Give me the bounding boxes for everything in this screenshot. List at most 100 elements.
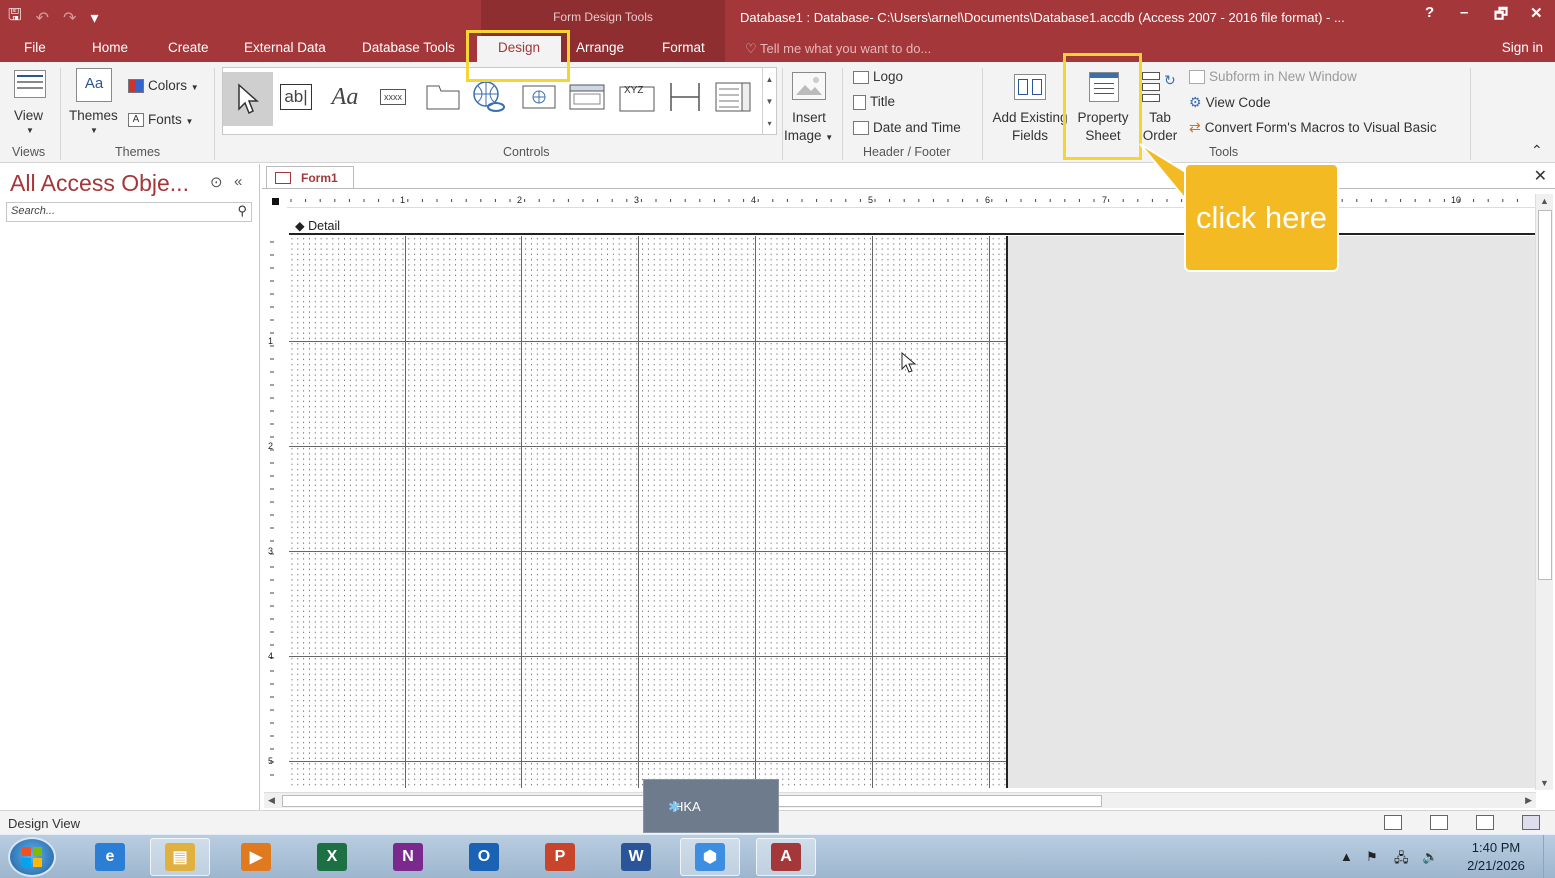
close-button[interactable]: ✕ — [1530, 4, 1543, 22]
form-selector[interactable] — [272, 198, 279, 205]
add-existing-fields-button[interactable]: Add Existing Fields — [988, 66, 1068, 143]
tab-arrange[interactable]: Arrange — [576, 40, 624, 55]
web-browser-control[interactable] — [519, 80, 559, 114]
title-icon — [853, 94, 866, 110]
label-control[interactable]: Aa — [323, 80, 367, 114]
insert-image-button[interactable]: Insert Image ▼ — [784, 66, 833, 143]
tab-control[interactable] — [423, 80, 463, 114]
tab-database-tools[interactable]: Database Tools — [362, 40, 455, 55]
convert-macros-button[interactable]: ⇄ Convert Form's Macros to Visual Basic — [1189, 119, 1437, 136]
themes-button[interactable]: Aa Themes ▼ — [66, 66, 124, 140]
design-view-icon[interactable] — [1522, 815, 1540, 830]
restore-button[interactable]: 🗗 — [1494, 4, 1508, 29]
tell-me-text: Tell me what you want to do... — [760, 41, 932, 56]
tell-me-box[interactable]: ♡ Tell me what you want to do... — [745, 41, 931, 57]
scroll-up-arrow-icon[interactable]: ▲ — [1540, 196, 1549, 206]
scroll-left-arrow-icon[interactable]: ◀ — [268, 795, 275, 806]
button-control[interactable]: xxxx — [373, 80, 413, 114]
document-tab-form1[interactable]: Form1 — [266, 166, 354, 189]
taskbar-app-ie[interactable]: e — [80, 838, 140, 876]
textbox-control[interactable]: ab| — [277, 80, 315, 114]
tab-external-data[interactable]: External Data — [244, 40, 326, 55]
option-group-control[interactable]: XYZ — [617, 80, 657, 114]
colors-button[interactable]: Colors ▼ — [128, 78, 199, 94]
nav-search-input[interactable]: Search... ⚲ — [6, 202, 252, 222]
hyperlink-icon — [473, 81, 505, 112]
taskbar-app-explorer[interactable]: ▤ — [150, 838, 210, 876]
show-desktop-button[interactable] — [1543, 835, 1555, 878]
network-icon[interactable]: 🖧 — [1394, 849, 1409, 871]
show-hidden-icons[interactable]: ▲ — [1340, 849, 1353, 864]
group-themes-label: Themes — [115, 145, 161, 159]
combo-box-control[interactable] — [713, 80, 753, 114]
detail-design-grid[interactable] — [289, 236, 1008, 788]
navigation-control[interactable] — [567, 80, 607, 114]
scroll-up-icon[interactable]: ▲ — [766, 75, 774, 84]
close-document-icon[interactable]: ✕ — [1534, 166, 1547, 186]
horizontal-scrollbar[interactable]: ◀ ▶ — [264, 792, 1536, 808]
taskbar-app-virtualbox[interactable]: ⬢ — [680, 838, 740, 876]
tab-home[interactable]: Home — [92, 40, 128, 55]
scroll-right-arrow-icon[interactable]: ▶ — [1525, 795, 1532, 806]
vertical-scroll-thumb[interactable] — [1538, 210, 1552, 580]
hka-thumbnail-popup[interactable]: ✱ HKA — [643, 779, 779, 833]
taskbar-app-outlook[interactable]: O — [454, 838, 514, 876]
taskbar-app-access[interactable]: A — [756, 838, 816, 876]
form-view-icon[interactable] — [1384, 815, 1402, 830]
taskbar-app-onenote[interactable]: N — [378, 838, 438, 876]
tab-create[interactable]: Create — [168, 40, 209, 55]
sign-in-link[interactable]: Sign in — [1502, 40, 1543, 55]
nav-pane-title[interactable]: All Access Obje... — [10, 170, 189, 197]
view-code-button[interactable]: ⚙ View Code — [1189, 94, 1271, 111]
search-icon[interactable]: ⚲ — [237, 203, 247, 219]
group-separator — [982, 68, 983, 160]
scroll-down-icon[interactable]: ▼ — [766, 97, 774, 106]
taskbar-app-excel[interactable]: X — [302, 838, 362, 876]
excel-icon: X — [317, 843, 347, 871]
nav-menu-icon[interactable]: ⊙ — [210, 173, 223, 191]
horizontal-ruler[interactable]: 1 2 3 4 5 6 7 10 — [287, 194, 1535, 208]
grid-line — [289, 341, 1006, 342]
tab-order-button[interactable]: ↻ Tab Order — [1140, 66, 1180, 143]
title-bar: 🖫 ↶ ↷ ▾ Form Design Tools Database1 : Da… — [0, 0, 1555, 62]
undo-icon[interactable]: ↶ — [36, 8, 49, 28]
customize-qat-icon[interactable]: ▾ — [90, 8, 98, 28]
nav-collapse-icon[interactable]: « — [234, 173, 242, 190]
explorer-icon: ▤ — [165, 843, 195, 871]
themes-dropdown-icon: ▼ — [90, 126, 98, 135]
volume-icon[interactable]: 🔊 — [1422, 849, 1438, 865]
fonts-button[interactable]: A Fonts ▼ — [128, 112, 193, 128]
subform-new-window-button[interactable]: Subform in New Window — [1189, 69, 1357, 85]
view-button[interactable]: View ▼ — [6, 66, 54, 140]
hyperlink-control[interactable] — [469, 80, 511, 114]
start-button[interactable] — [8, 837, 56, 877]
datasheet-view-icon[interactable] — [1430, 815, 1448, 830]
detail-section-bar[interactable]: ◆ Detail — [289, 216, 1535, 235]
tab-file[interactable]: File — [24, 40, 46, 55]
vertical-scrollbar[interactable]: ▲ ▼ — [1535, 194, 1553, 790]
fonts-label: Fonts — [148, 112, 182, 127]
date-time-button[interactable]: Date and Time — [853, 120, 961, 136]
page-break-control[interactable] — [665, 80, 705, 114]
grid-line — [989, 236, 990, 788]
select-tool[interactable] — [223, 72, 273, 126]
view-dropdown-icon: ▼ — [26, 126, 34, 135]
collapse-ribbon-icon[interactable]: ⌃ — [1531, 142, 1543, 159]
tab-format[interactable]: Format — [662, 40, 705, 55]
help-button[interactable]: ? — [1425, 4, 1434, 21]
redo-icon[interactable]: ↷ — [63, 8, 76, 28]
scroll-down-arrow-icon[interactable]: ▼ — [1540, 778, 1549, 788]
gallery-scroll[interactable]: ▲ ▼ ▾ — [762, 68, 776, 134]
vertical-ruler[interactable]: 1 2 3 4 5 — [266, 232, 280, 792]
minimize-button[interactable]: – — [1460, 4, 1468, 21]
taskbar-app-media[interactable]: ▶ — [226, 838, 286, 876]
title-button[interactable]: Title — [853, 94, 895, 110]
clock[interactable]: 1:40 PM 2/21/2026 — [1458, 839, 1534, 875]
save-icon[interactable]: 🖫 — [8, 4, 22, 31]
taskbar-app-word[interactable]: W — [606, 838, 666, 876]
logo-button[interactable]: Logo — [853, 69, 903, 84]
gallery-more-icon[interactable]: ▾ — [767, 119, 771, 128]
taskbar-app-powerpoint[interactable]: P — [530, 838, 590, 876]
action-center-flag-icon[interactable]: ⚑ — [1366, 849, 1378, 865]
layout-view-icon[interactable] — [1476, 815, 1494, 830]
